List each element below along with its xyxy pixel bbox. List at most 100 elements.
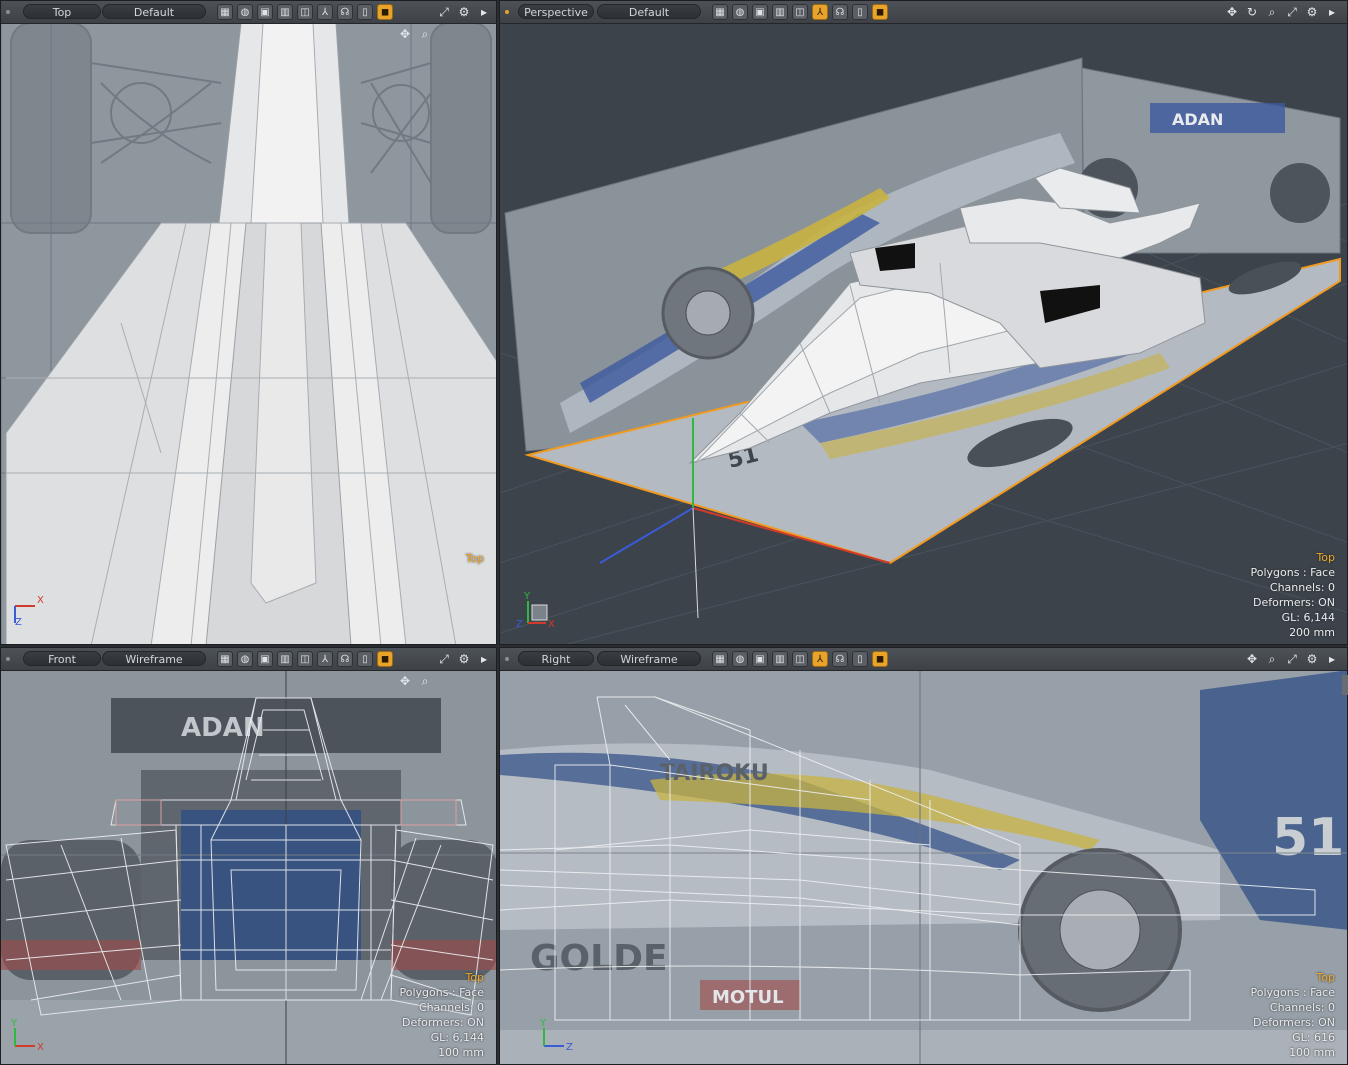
channels-label: Channels: 0: [1269, 581, 1335, 594]
axis-icon[interactable]: ⅄: [317, 651, 333, 667]
viewport-header: Front Wireframe ▦ ◍ ▣ ▥ ◫ ⅄ ☊ ▯ ◼ ⤢ ⚙ ▸: [1, 648, 496, 671]
arrow-right-icon[interactable]: ▸: [476, 651, 492, 667]
maximize-icon[interactable]: ⤢: [436, 4, 452, 20]
shading-style-selector[interactable]: Wireframe: [597, 651, 701, 666]
display-toggle-icon[interactable]: ◼: [377, 651, 393, 667]
lights-icon[interactable]: ☊: [337, 651, 353, 667]
gear-icon[interactable]: ⚙: [1304, 651, 1320, 667]
viewport-canvas[interactable]: 51 TAIROKU GOLDE MOTUL Z Y: [500, 670, 1347, 1064]
grid-size-label: 200 mm: [1289, 626, 1335, 639]
hatch-icon[interactable]: ▥: [772, 4, 788, 20]
view-type-selector[interactable]: Perspective: [518, 4, 594, 19]
zoom-icon[interactable]: ⌕: [417, 673, 433, 689]
zoom-icon[interactable]: ⌕: [1264, 4, 1280, 20]
texture-icon[interactable]: ▦: [712, 4, 728, 20]
deformers-label: Deformers: ON: [402, 1016, 484, 1029]
maximize-icon[interactable]: ⤢: [436, 651, 452, 667]
shaded-icon[interactable]: ◍: [237, 4, 253, 20]
zoom-icon[interactable]: ⌕: [417, 26, 433, 42]
arrow-right-icon[interactable]: ▸: [476, 4, 492, 20]
gl-count-label: GL: 6,144: [1281, 611, 1335, 624]
axis-z-label: Z: [516, 619, 523, 630]
grid-size-label: 100 mm: [438, 1046, 484, 1059]
rotate-icon[interactable]: ↻: [1244, 4, 1260, 20]
display-toggle-icon[interactable]: ◼: [377, 4, 393, 20]
polygons-mode-label: Polygons : Face: [399, 986, 484, 999]
viewport-top[interactable]: Top Default ▦ ◍ ▣ ▥ ◫ ⅄ ☊ ▯ ◼ ⤢ ⚙ ▸ ✥ ⌕: [0, 0, 497, 645]
wire-icon[interactable]: ▣: [752, 651, 768, 667]
viewport-scrollbar[interactable]: [1342, 675, 1348, 695]
gear-icon[interactable]: ⚙: [456, 4, 472, 20]
camera-icon[interactable]: ▯: [357, 4, 373, 20]
lights-icon[interactable]: ☊: [337, 4, 353, 20]
lights-icon[interactable]: ☊: [832, 4, 848, 20]
viewport-active-indicator: [505, 657, 509, 661]
axis-x-label: X: [37, 595, 44, 606]
deformers-label: Deformers: ON: [1253, 1016, 1335, 1029]
arrow-right-icon[interactable]: ▸: [1324, 4, 1340, 20]
hatch-icon[interactable]: ▥: [772, 651, 788, 667]
texture-icon[interactable]: ▦: [217, 651, 233, 667]
gear-icon[interactable]: ⚙: [456, 651, 472, 667]
view-type-selector[interactable]: Front: [23, 651, 101, 666]
camera-icon[interactable]: ▯: [852, 4, 868, 20]
hatch-icon[interactable]: ▥: [277, 651, 293, 667]
layers-icon[interactable]: ◫: [792, 4, 808, 20]
view-type-selector[interactable]: Right: [518, 651, 594, 666]
wire-icon[interactable]: ▣: [752, 4, 768, 20]
move-icon[interactable]: ✥: [1224, 4, 1240, 20]
viewport-canvas[interactable]: ADAN 51 X Y Z: [500, 23, 1347, 644]
viewport-info-overlay: Top Polygons : Face Channels: 0 Deformer…: [399, 970, 484, 1060]
view-name-label: Top: [465, 971, 484, 984]
camera-icon[interactable]: ▯: [357, 651, 373, 667]
shading-style-selector[interactable]: Default: [102, 4, 206, 19]
move-icon[interactable]: ✥: [397, 26, 413, 42]
shaded-icon[interactable]: ◍: [732, 651, 748, 667]
lights-icon[interactable]: ☊: [832, 651, 848, 667]
wire-icon[interactable]: ▣: [257, 651, 273, 667]
display-toggle-icon[interactable]: ◼: [872, 651, 888, 667]
wire-icon[interactable]: ▣: [257, 4, 273, 20]
axis-icon[interactable]: ⅄: [317, 4, 333, 20]
maximize-icon[interactable]: ⤢: [1284, 651, 1300, 667]
viewport-perspective[interactable]: Perspective Default ▦ ◍ ▣ ▥ ◫ ⅄ ☊ ▯ ◼ ✥ …: [499, 0, 1348, 645]
view-name-label: Top: [1316, 551, 1335, 564]
shaded-icon[interactable]: ◍: [732, 4, 748, 20]
viewport-right[interactable]: Right Wireframe ▦ ◍ ▣ ▥ ◫ ⅄ ☊ ▯ ◼ ✥ ⌕ ⤢ …: [499, 647, 1348, 1065]
display-toggle-icon[interactable]: ◼: [872, 4, 888, 20]
layers-icon[interactable]: ◫: [297, 4, 313, 20]
view-name-label: Top: [465, 552, 484, 565]
hatch-icon[interactable]: ▥: [277, 4, 293, 20]
layers-icon[interactable]: ◫: [297, 651, 313, 667]
shaded-icon[interactable]: ◍: [237, 651, 253, 667]
layers-icon[interactable]: ◫: [792, 651, 808, 667]
axis-z-label: Z: [15, 617, 22, 628]
gear-icon[interactable]: ⚙: [1304, 4, 1320, 20]
view-name-label: Top: [1316, 971, 1335, 984]
viewport-info-overlay: Top Polygons : Face Channels: 0 Deformer…: [1250, 550, 1335, 640]
viewport-header: Top Default ▦ ◍ ▣ ▥ ◫ ⅄ ☊ ▯ ◼ ⤢ ⚙ ▸: [1, 1, 496, 24]
viewport-canvas[interactable]: X Z: [1, 23, 496, 644]
view-type-selector[interactable]: Top: [23, 4, 101, 19]
grid-size-label: 100 mm: [1289, 1046, 1335, 1059]
move-icon[interactable]: ✥: [1244, 651, 1260, 667]
maximize-icon[interactable]: ⤢: [1284, 4, 1300, 20]
shading-style-selector[interactable]: Default: [597, 4, 701, 19]
viewport-active-indicator: [6, 657, 10, 661]
zoom-icon[interactable]: ⌕: [1264, 651, 1280, 667]
arrow-right-icon[interactable]: ▸: [1324, 651, 1340, 667]
deformers-label: Deformers: ON: [1253, 596, 1335, 609]
viewport-front[interactable]: Front Wireframe ▦ ◍ ▣ ▥ ◫ ⅄ ☊ ▯ ◼ ⤢ ⚙ ▸ …: [0, 647, 497, 1065]
axis-z-label: Z: [566, 1042, 573, 1053]
texture-icon[interactable]: ▦: [712, 651, 728, 667]
channels-label: Channels: 0: [1269, 1001, 1335, 1014]
texture-icon[interactable]: ▦: [217, 4, 233, 20]
shading-style-selector[interactable]: Wireframe: [102, 651, 206, 666]
camera-icon[interactable]: ▯: [852, 651, 868, 667]
viewport-header: Perspective Default ▦ ◍ ▣ ▥ ◫ ⅄ ☊ ▯ ◼ ✥ …: [500, 1, 1347, 24]
axis-icon[interactable]: ⅄: [812, 4, 828, 20]
viewport-header: Right Wireframe ▦ ◍ ▣ ▥ ◫ ⅄ ☊ ▯ ◼ ✥ ⌕ ⤢ …: [500, 648, 1347, 671]
move-icon[interactable]: ✥: [397, 673, 413, 689]
axis-icon[interactable]: ⅄: [812, 651, 828, 667]
viewport-info-overlay: Top: [465, 551, 484, 566]
